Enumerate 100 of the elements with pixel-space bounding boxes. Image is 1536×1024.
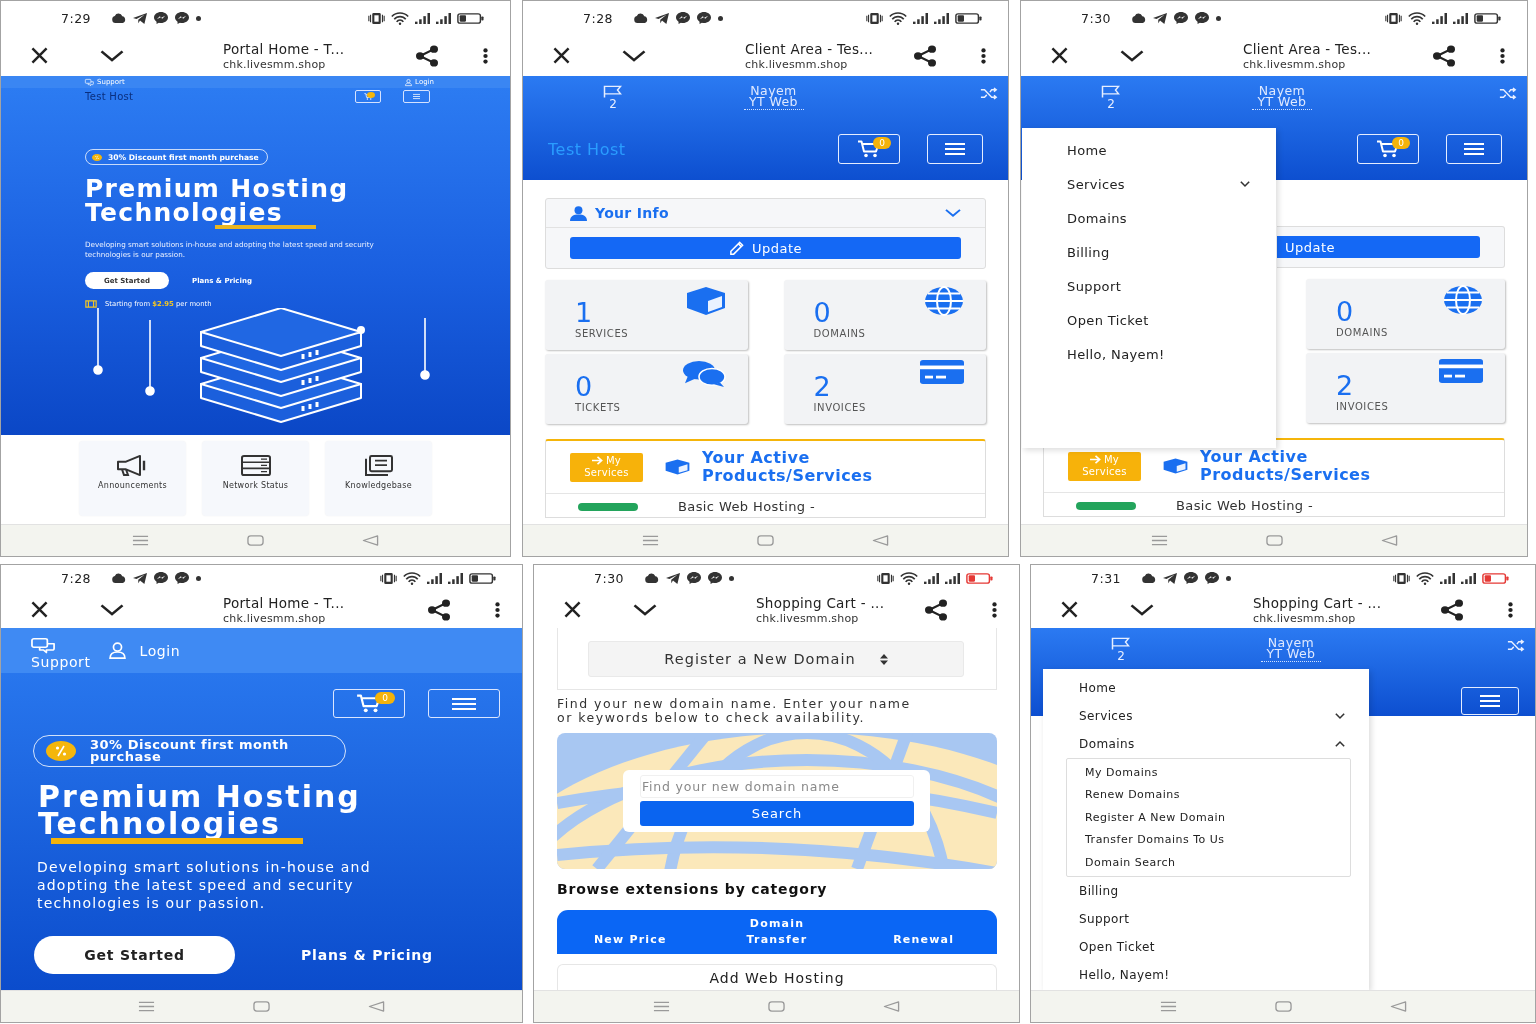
chevron-down-icon[interactable]	[622, 49, 646, 62]
menu-button[interactable]	[428, 689, 500, 718]
recent-apps-icon[interactable]	[1159, 1001, 1177, 1012]
cart-button[interactable]	[355, 90, 381, 103]
more-icon[interactable]	[483, 47, 488, 64]
sort-arrows-icon[interactable]	[879, 653, 888, 665]
notifications-button[interactable]: 2	[603, 85, 623, 110]
section-title: Your Active Products/Services	[1200, 448, 1372, 484]
signal-icon	[934, 12, 949, 24]
update-button[interactable]: Update	[1277, 236, 1480, 258]
stat-tile[interactable]: 2 INVOICES	[1306, 353, 1505, 423]
plans-pricing-link[interactable]: Plans & Pricing	[301, 947, 433, 963]
menu-button[interactable]	[403, 90, 430, 103]
more-icon[interactable]	[992, 601, 997, 618]
feature-card[interactable]: Network Status	[202, 441, 309, 516]
more-icon[interactable]	[1508, 601, 1513, 618]
back-icon[interactable]	[1380, 535, 1398, 546]
back-icon[interactable]	[368, 1001, 385, 1012]
back-icon[interactable]	[883, 1001, 900, 1012]
submenu-item[interactable]: Register A New Domain	[1067, 806, 1350, 829]
close-icon[interactable]	[31, 601, 48, 618]
chevron-down-icon[interactable]	[1335, 713, 1345, 719]
close-icon[interactable]	[31, 47, 48, 64]
column-header: Domain Transfer	[745, 916, 809, 948]
stat-tile[interactable]: 0 TICKETS	[545, 354, 748, 424]
menu-button[interactable]	[1461, 687, 1519, 715]
recent-apps-icon[interactable]	[642, 535, 659, 546]
recent-apps-icon[interactable]	[132, 535, 149, 546]
recent-apps-icon[interactable]	[1150, 535, 1168, 546]
share-icon[interactable]	[415, 44, 439, 67]
shuffle-icon[interactable]	[980, 88, 998, 99]
submenu-item[interactable]: My Domains	[1067, 761, 1350, 784]
back-icon[interactable]	[1389, 1001, 1407, 1012]
recent-apps-icon[interactable]	[138, 1001, 155, 1012]
back-icon[interactable]	[872, 535, 889, 546]
percent-icon	[46, 741, 76, 761]
menu-item[interactable]: Hello, Nayem!	[1043, 960, 1369, 989]
chevron-down-icon[interactable]	[100, 603, 124, 616]
account-name-link[interactable]: Nayem YT Web	[743, 85, 804, 110]
chevron-down-icon[interactable]	[1120, 49, 1144, 62]
share-icon[interactable]	[924, 598, 948, 621]
update-button[interactable]: Update	[570, 237, 961, 259]
domain-action-select[interactable]: Register a New Domain	[588, 641, 964, 677]
menu-item[interactable]: Support	[1043, 904, 1369, 933]
share-icon[interactable]	[1432, 44, 1456, 67]
close-icon[interactable]	[564, 601, 581, 618]
notifications-button[interactable]: 2	[1111, 637, 1131, 662]
menu-item[interactable]: Domains	[1043, 730, 1369, 758]
submenu-item[interactable]: Renew Domains	[1067, 783, 1350, 806]
menu-item[interactable]: Hello, Nayem!	[1022, 337, 1276, 371]
recent-apps-icon[interactable]	[653, 1001, 670, 1012]
menu-item[interactable]: Services	[1022, 167, 1276, 201]
menu-item[interactable]: Home	[1022, 133, 1276, 167]
feature-card[interactable]: Knowledgebase	[325, 441, 432, 516]
menu-item[interactable]: Domains	[1022, 201, 1276, 235]
account-name-link[interactable]: Nayem YT Web	[1261, 637, 1321, 662]
menu-item[interactable]: Home	[1043, 674, 1369, 702]
stat-tile[interactable]: 2 INVOICES	[783, 354, 986, 424]
menu-item[interactable]: Billing	[1022, 235, 1276, 269]
chevron-down-icon[interactable]	[100, 49, 124, 62]
search-button[interactable]: Search	[640, 801, 914, 826]
menu-item[interactable]: Open Ticket	[1043, 932, 1369, 961]
page-title: Shopping Cart - ...	[756, 594, 886, 611]
account-name-link[interactable]: Nayem YT Web	[1252, 85, 1312, 110]
menu-button[interactable]	[1446, 134, 1502, 164]
cart-count-badge: 0	[375, 692, 395, 704]
share-icon[interactable]	[913, 44, 937, 67]
share-icon[interactable]	[427, 598, 451, 621]
menu-item[interactable]: Services	[1043, 702, 1369, 730]
more-icon[interactable]	[981, 47, 986, 64]
close-icon[interactable]	[553, 47, 570, 64]
close-icon[interactable]	[1061, 601, 1078, 618]
domain-search-field[interactable]: Find your new domain name	[640, 775, 914, 798]
shuffle-icon[interactable]	[1499, 88, 1517, 99]
stat-tile[interactable]: 1 SERVICES	[545, 280, 748, 350]
close-icon[interactable]	[1051, 47, 1068, 64]
chevron-down-icon[interactable]	[1130, 603, 1154, 616]
chat-bubble-icon	[1205, 572, 1220, 584]
back-icon[interactable]	[362, 535, 379, 546]
stat-tile[interactable]: 0 DOMAINS	[1306, 279, 1505, 349]
share-icon[interactable]	[1440, 598, 1464, 621]
feature-card[interactable]: Announcements	[79, 441, 186, 516]
flag-icon	[603, 85, 623, 98]
menu-item[interactable]: Support	[1022, 269, 1276, 303]
menu-item[interactable]: Billing	[1043, 876, 1369, 905]
get-started-button[interactable]: Get Started	[34, 936, 235, 974]
submenu-item[interactable]: Domain Search	[1067, 851, 1350, 874]
more-icon[interactable]	[1500, 47, 1505, 64]
shuffle-icon[interactable]	[1507, 640, 1525, 651]
notifications-button[interactable]: 2	[1101, 85, 1121, 110]
menu-button[interactable]	[927, 134, 983, 164]
menu-item[interactable]: Open Ticket	[1022, 303, 1276, 337]
chevron-up-icon[interactable]	[1335, 741, 1345, 747]
stat-tile[interactable]: 0 DOMAINS	[783, 280, 986, 350]
chevron-down-icon[interactable]	[633, 603, 657, 616]
more-icon[interactable]	[495, 601, 500, 618]
chevron-down-icon[interactable]	[1240, 181, 1250, 187]
submenu-item[interactable]: Transfer Domains To Us	[1067, 828, 1350, 851]
signal-icon	[1432, 12, 1447, 24]
rack-icon	[85, 299, 97, 308]
